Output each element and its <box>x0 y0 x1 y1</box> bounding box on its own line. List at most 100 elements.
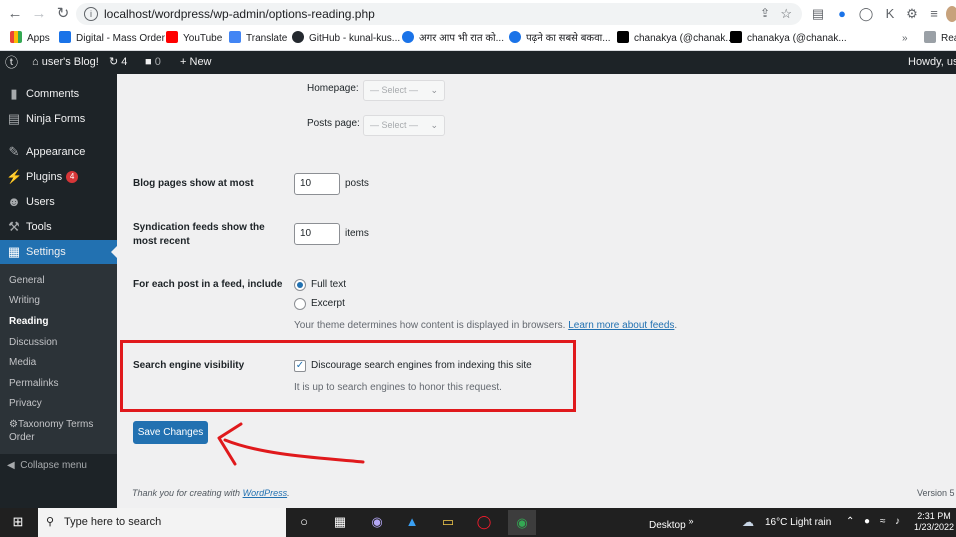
posts-per-page-input[interactable]: 10 <box>294 173 340 195</box>
bookmark-apps[interactable]: Apps <box>10 31 50 47</box>
posts-page-label: Posts page: <box>307 118 360 129</box>
blog-public-checkbox[interactable]: ✓ <box>294 360 306 372</box>
learn-more-feeds-link[interactable]: Learn more about feeds <box>568 320 674 331</box>
wordpress-logo-icon[interactable]: ⓣ <box>5 51 18 74</box>
tiktok-icon <box>617 31 629 43</box>
users-icon: ☻ <box>7 194 21 209</box>
menu-appearance[interactable]: ✎ Appearance <box>0 140 117 164</box>
vscode-icon[interactable]: ▲ <box>402 513 422 531</box>
discourage-search-label[interactable]: Discourage search engines from indexing … <box>311 360 532 371</box>
desktop-toolbar[interactable]: Desktop » <box>649 516 693 531</box>
appearance-icon: ✎ <box>8 144 20 159</box>
bookmark-translate[interactable]: Translate <box>229 31 287 47</box>
wp-admin-bar: ⓣ ⌂ user's Blog! ↻ 4 ■ 0 + New Howdy, us… <box>0 51 956 74</box>
submenu-general[interactable]: General <box>9 274 45 287</box>
bookmark-youtube[interactable]: YouTube <box>166 31 222 47</box>
syndication-label: Syndication feeds show the most recent <box>133 222 265 247</box>
tiktok-icon <box>730 31 742 43</box>
howdy-user-link[interactable]: Howdy, use <box>908 51 956 74</box>
submenu-media[interactable]: Media <box>9 356 36 369</box>
wifi-icon[interactable]: ≈ <box>880 516 886 527</box>
collapse-menu[interactable]: ◀ Collapse menu <box>7 460 87 471</box>
weather-text[interactable]: 16°C Light rain <box>765 517 831 528</box>
posts-page-select[interactable]: — Select — ⌄ <box>363 115 445 136</box>
blog-pages-label: Blog pages show at most <box>133 178 254 189</box>
show-hidden-icons-chevron-icon[interactable]: ⌃ <box>846 516 854 527</box>
posts-unit-label: posts <box>345 178 369 189</box>
comments-link[interactable]: ■ 0 <box>145 51 161 74</box>
bookmark-chanakya-1[interactable]: chanakya (@chanak... <box>617 31 734 47</box>
reload-icon[interactable]: ↻ <box>52 3 74 25</box>
windows-start-icon[interactable]: ⊞ <box>8 513 28 531</box>
wordpress-link[interactable]: WordPress <box>243 488 288 498</box>
submenu-reading[interactable]: Reading <box>9 315 48 328</box>
back-arrow-icon[interactable]: ← <box>4 3 26 25</box>
bookmark-github[interactable]: GitHub - kunal-kus... <box>292 31 400 47</box>
submenu-writing[interactable]: Writing <box>9 294 40 307</box>
updates-link[interactable]: ↻ 4 <box>109 51 127 74</box>
homepage-label: Homepage: <box>307 83 359 94</box>
save-changes-button[interactable]: Save Changes <box>133 421 208 444</box>
bookmark-hindi-1[interactable]: अगर आप भी रात को... <box>402 31 504 47</box>
youtube-icon <box>166 31 178 43</box>
bookmark-chanakya-2[interactable]: chanakya (@chanak... <box>730 31 847 47</box>
k-extension-icon[interactable]: K <box>882 6 898 22</box>
search-icon: ⚲ <box>46 516 55 528</box>
site-name-link[interactable]: ⌂ user's Blog! <box>32 51 99 74</box>
clock[interactable]: 2:31 PM 1/23/2022 <box>914 511 954 533</box>
menu-tools[interactable]: ⚒ Tools <box>0 215 117 239</box>
cortana-icon[interactable]: ○ <box>294 513 314 531</box>
extensions-puzzle-icon[interactable]: ⚙ <box>904 6 920 22</box>
volume-icon[interactable]: ♪ <box>895 516 900 527</box>
submenu-taxonomy-terms-order[interactable]: ⚙Taxonomy Terms Order <box>9 418 109 444</box>
items-unit-label: items <box>345 228 369 239</box>
profile-avatar[interactable] <box>946 6 956 22</box>
submenu-permalinks[interactable]: Permalinks <box>9 377 58 390</box>
site-icon <box>509 31 521 43</box>
reader-mode-icon[interactable]: ▤ <box>810 6 826 22</box>
updates-icon: ↻ <box>109 56 119 68</box>
site-info-icon[interactable]: i <box>84 7 98 21</box>
bookmark-digital-mass-order[interactable]: Digital - Mass Order <box>59 31 165 47</box>
url-text: localhost/wordpress/wp-admin/options-rea… <box>104 7 375 21</box>
share-icon[interactable]: ⇪ <box>760 6 770 20</box>
opera-icon[interactable]: ◯ <box>474 513 494 531</box>
menu-ninja-forms[interactable]: ▤ Ninja Forms <box>0 107 117 131</box>
excerpt-radio[interactable] <box>294 298 306 310</box>
homepage-select[interactable]: — Select — ⌄ <box>363 80 445 101</box>
ninja-forms-icon: ▤ <box>7 111 21 126</box>
submenu-discussion[interactable]: Discussion <box>9 336 57 349</box>
browser-toolbar: ← → ↻ i localhost/wordpress/wp-admin/opt… <box>0 0 956 29</box>
bookmark-hindi-2[interactable]: पढ़ने का सबसे बकवा... <box>509 31 611 47</box>
menu-settings[interactable]: ▦ Settings <box>0 240 117 264</box>
new-content-link[interactable]: + New <box>180 51 212 74</box>
full-text-radio[interactable] <box>294 279 306 291</box>
extension-icon[interactable]: ● <box>834 6 850 22</box>
excerpt-label[interactable]: Excerpt <box>311 298 345 309</box>
forward-arrow-icon[interactable]: → <box>28 3 50 25</box>
eclipse-app-icon[interactable]: ◉ <box>367 513 387 531</box>
shield-extension-icon[interactable]: ◯ <box>858 6 874 22</box>
taskbar-search-box[interactable]: ⚲ Type here to search <box>38 508 286 537</box>
menu-plugins[interactable]: ⚡ Plugins 4 <box>0 165 117 189</box>
media-control-icon[interactable]: ≡ <box>926 6 942 22</box>
network-icon[interactable]: ● <box>864 516 870 527</box>
posts-per-rss-input[interactable]: 10 <box>294 223 340 245</box>
plugins-icon: ⚡ <box>6 169 23 184</box>
menu-comments[interactable]: ▮ Comments <box>0 82 117 106</box>
file-explorer-icon[interactable]: ▭ <box>438 513 458 531</box>
footer-version: Version 5 <box>917 488 955 498</box>
chrome-icon[interactable]: ◉ <box>508 510 536 535</box>
address-bar[interactable]: i localhost/wordpress/wp-admin/options-r… <box>76 3 802 25</box>
reading-list[interactable]: Rea <box>924 31 956 47</box>
task-view-icon[interactable]: ▦ <box>330 513 350 531</box>
full-text-label[interactable]: Full text <box>311 279 346 290</box>
submenu-privacy[interactable]: Privacy <box>9 397 42 410</box>
menu-users[interactable]: ☻ Users <box>0 190 117 214</box>
bookmark-star-icon[interactable]: ☆ <box>780 6 792 22</box>
collapse-arrow-icon: ◀ <box>7 460 15 471</box>
tools-icon: ⚒ <box>8 219 20 234</box>
home-icon: ⌂ <box>32 56 39 68</box>
more-bookmarks-chevron-icon[interactable]: » <box>902 31 908 47</box>
chevron-down-icon: ⌄ <box>430 85 438 95</box>
